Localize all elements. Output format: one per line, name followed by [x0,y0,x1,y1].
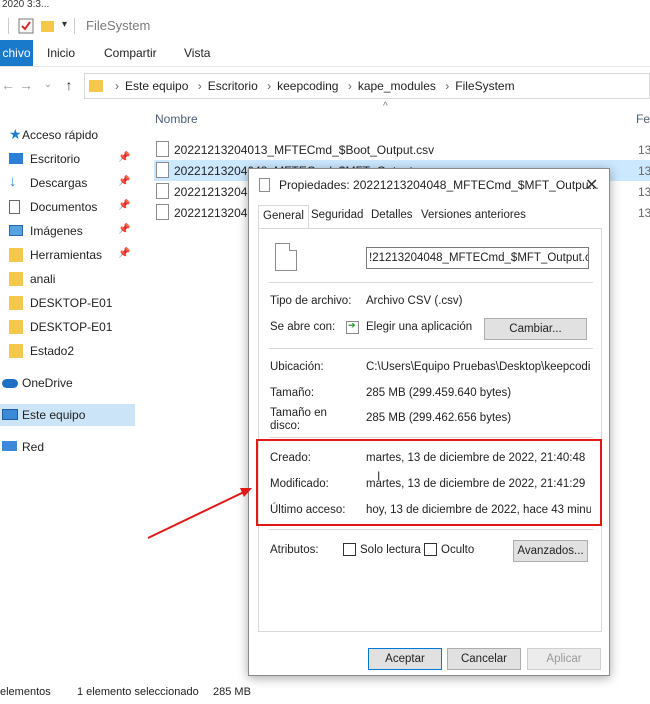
arrow-line [147,491,245,539]
text-cursor-icon: I [377,469,381,483]
annotation-arrow [147,488,252,539]
